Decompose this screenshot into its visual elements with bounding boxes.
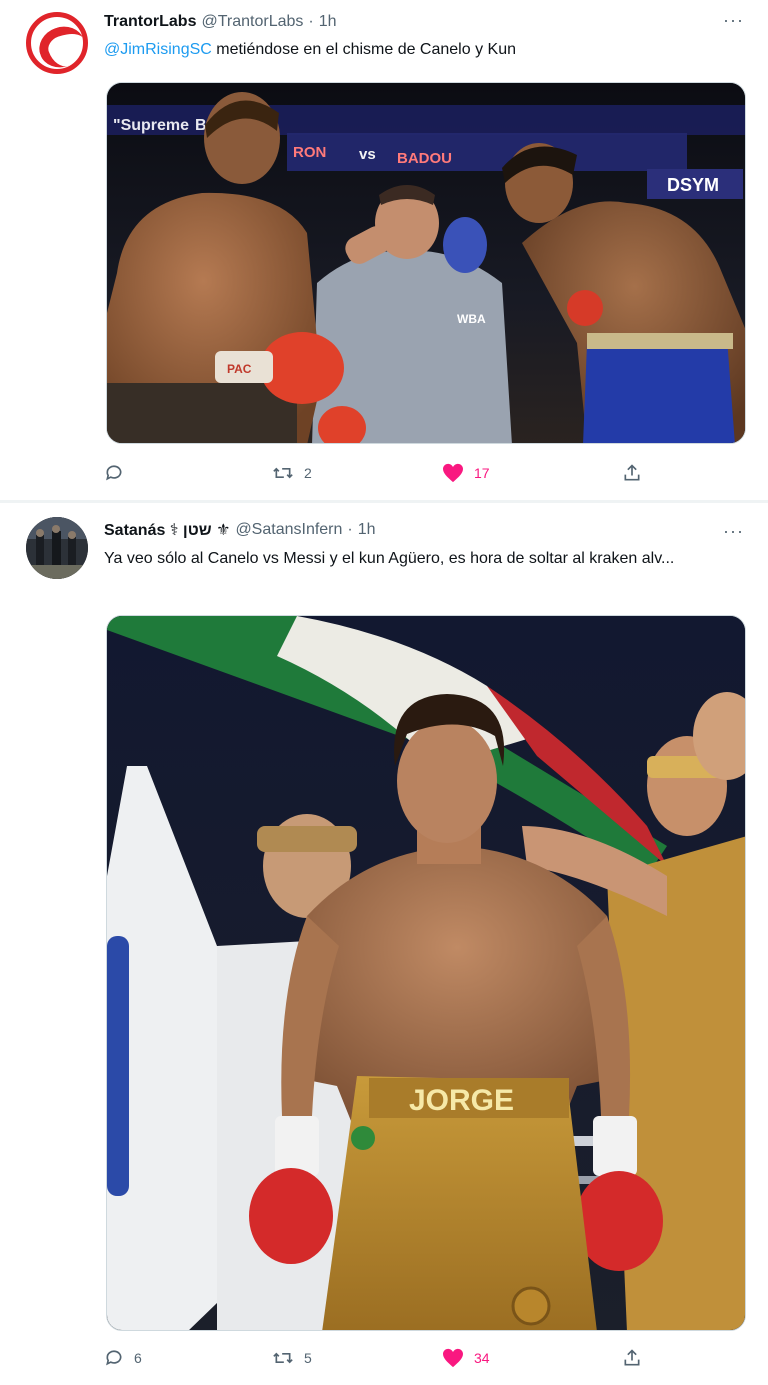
retweet-icon: [273, 467, 293, 479]
tweet-actions: 2 17: [104, 461, 744, 485]
share-icon: [624, 464, 640, 481]
tweet-text: Ya veo sólo al Canelo vs Messi y el kun …: [104, 550, 675, 567]
heart-icon: [443, 463, 463, 483]
banner-text: "Supreme: [113, 117, 189, 134]
referee-badge: WBA: [457, 312, 486, 326]
ring-sign: BADOU: [397, 150, 452, 167]
reply-icon: [106, 1350, 122, 1366]
more-icon[interactable]: ···: [723, 10, 744, 31]
tweet-actions: 6 5 34: [104, 1346, 744, 1370]
avatar-image: [26, 517, 88, 579]
share-button[interactable]: [622, 1346, 642, 1370]
tweet-header: TrantorLabs @TrantorLabs · 1h: [104, 11, 337, 33]
more-icon[interactable]: ···: [723, 521, 744, 542]
reply-icon: [106, 465, 122, 481]
timestamp[interactable]: 1h: [358, 521, 376, 539]
like-count: 34: [474, 1350, 490, 1366]
tweet[interactable]: TrantorLabs @TrantorLabs · 1h ··· @JimRi…: [0, 0, 768, 500]
tweet-image[interactable]: "Supreme BOXING RON vs BADOU DSYM WBA PA…: [106, 82, 746, 444]
tweet[interactable]: Satanás ⚕ שטן ⚜ @SatansInfern · 1h ··· Y…: [0, 503, 768, 1385]
like-button[interactable]: 34: [442, 1346, 490, 1370]
retweet-count: 5: [304, 1350, 312, 1366]
handle[interactable]: @TrantorLabs: [201, 13, 303, 31]
share-icon: [624, 1349, 640, 1366]
dot-separator: ·: [347, 521, 353, 538]
retweet-icon: [273, 1352, 293, 1364]
handle[interactable]: @SatansInfern: [235, 521, 342, 539]
display-name[interactable]: TrantorLabs: [104, 13, 196, 31]
ring-sign: RON: [293, 144, 326, 161]
glove-brand: PAC: [227, 362, 252, 376]
like-button[interactable]: 17: [442, 461, 490, 485]
tweet-body: metiéndose en el chisme de Canelo y Kun: [211, 41, 516, 58]
reply-button[interactable]: 6: [104, 1346, 142, 1370]
ring-sign: vs: [359, 146, 376, 163]
share-button[interactable]: [622, 461, 642, 485]
tweet-image[interactable]: JORGE: [106, 615, 746, 1331]
mention-link[interactable]: @JimRisingSC: [104, 41, 212, 58]
retweet-button[interactable]: 5: [272, 1346, 312, 1370]
dot-separator: ·: [308, 13, 314, 30]
shorts-text: JORGE: [409, 1084, 514, 1117]
avatar[interactable]: [26, 517, 88, 579]
tweet-text: @JimRisingSC metiéndose en el chisme de …: [104, 38, 744, 62]
timestamp[interactable]: 1h: [319, 13, 337, 31]
reply-count: 6: [134, 1350, 142, 1366]
like-count: 17: [474, 465, 490, 481]
retweet-count: 2: [304, 465, 312, 481]
heart-icon: [443, 1348, 463, 1368]
avatar[interactable]: [26, 12, 88, 74]
boxer-photo: JORGE: [107, 616, 745, 1330]
ring-sign: DSYM: [667, 175, 719, 195]
tweet-header: Satanás ⚕ שטן ⚜ @SatansInfern · 1h: [104, 519, 376, 541]
reply-button[interactable]: [104, 461, 134, 485]
boxing-photo: "Supreme BOXING RON vs BADOU DSYM WBA PA…: [107, 83, 745, 443]
display-name[interactable]: Satanás ⚕ שטן ⚜: [104, 520, 230, 540]
trantorlabs-logo: [33, 20, 83, 69]
retweet-button[interactable]: 2: [272, 461, 312, 485]
